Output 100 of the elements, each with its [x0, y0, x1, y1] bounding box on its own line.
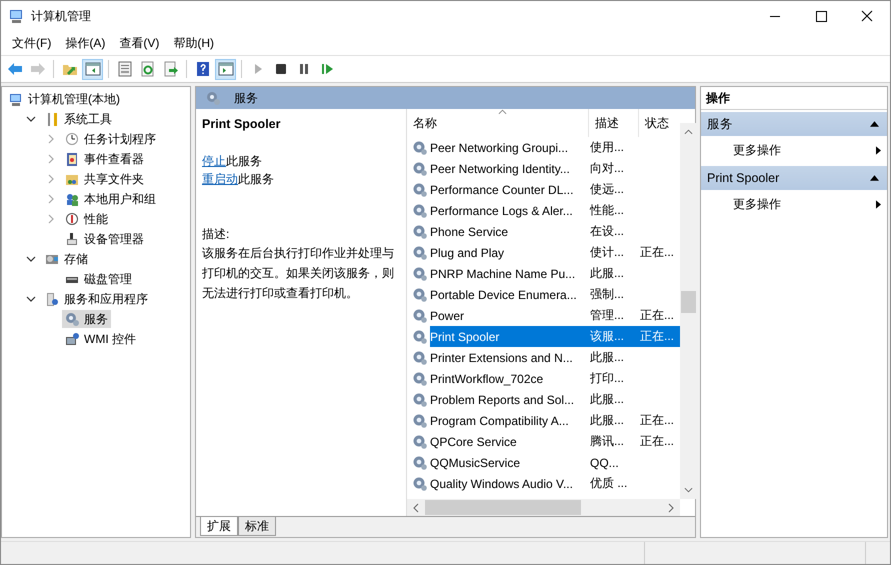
scroll-left-icon[interactable]	[413, 502, 419, 512]
menu-item[interactable]: 查看(V)	[112, 34, 166, 52]
gears-icon	[413, 350, 427, 365]
properties-icon[interactable]	[116, 61, 132, 77]
service-status: 正在...	[640, 244, 676, 261]
menu-item[interactable]: 文件(F)	[5, 34, 58, 52]
tree-item[interactable]: 本地用户和组	[62, 190, 159, 208]
expand-chevron-icon[interactable]	[46, 214, 56, 224]
scroll-down-icon[interactable]	[684, 487, 693, 493]
collapse-chevron-icon[interactable]	[26, 294, 36, 304]
service-description: 此服...	[590, 265, 626, 282]
back-arrow-icon[interactable]	[6, 61, 22, 77]
action-pane-icon[interactable]	[218, 61, 234, 77]
gears-icon	[413, 371, 427, 386]
tree-item[interactable]: 性能	[62, 210, 111, 228]
more-actions-item[interactable]: 更多操作	[733, 142, 781, 158]
collapse-chevron-icon[interactable]	[26, 254, 36, 264]
console-tree-icon[interactable]	[84, 61, 100, 77]
tree-item[interactable]: 存储	[42, 250, 91, 268]
service-name: PNRP Machine Name Pu...	[430, 266, 576, 280]
gears-icon	[413, 455, 427, 470]
sort-caret-icon	[498, 109, 506, 115]
gears-icon	[413, 161, 427, 176]
tree-item[interactable]: 共享文件夹	[62, 170, 147, 188]
scroll-thumb[interactable]	[425, 500, 581, 515]
tree-item[interactable]: WMI 控件	[62, 330, 139, 348]
service-row[interactable]: Quality Windows Audio V... 优质 ...	[430, 473, 680, 494]
service-row[interactable]: Portable Device Enumera... 强制...	[430, 284, 680, 305]
column-header[interactable]: 状态	[639, 109, 680, 137]
scroll-up-icon[interactable]	[684, 129, 693, 135]
service-description: 使远...	[590, 181, 626, 198]
gears-icon	[413, 476, 427, 491]
service-row[interactable]: PrintWorkflow_702ce 打印...	[430, 368, 680, 389]
service-row[interactable]: Problem Reports and Sol... 此服...	[430, 389, 680, 410]
service-row[interactable]: Plug and Play 使计... 正在...	[430, 242, 680, 263]
service-row[interactable]: Program Compatibility A... 此服... 正在...	[430, 410, 680, 431]
tree-item[interactable]: 系统工具	[42, 110, 115, 128]
tree-item[interactable]: 服务	[62, 310, 111, 328]
gears-icon	[413, 413, 427, 428]
service-row[interactable]: QQMusicService QQ...	[430, 452, 680, 473]
service-description: 使用...	[590, 139, 626, 156]
scroll-thumb[interactable]	[681, 291, 696, 313]
menu-item[interactable]: 操作(A)	[58, 34, 112, 52]
action-link[interactable]: 停止	[202, 154, 226, 168]
expand-chevron-icon[interactable]	[46, 194, 56, 204]
tree-item[interactable]: 计算机管理(本地)	[6, 90, 123, 108]
action-link[interactable]: 重启动	[202, 172, 238, 186]
tree-item[interactable]: 设备管理器	[62, 230, 147, 248]
service-row[interactable]: Power 管理... 正在...	[430, 305, 680, 326]
expand-chevron-icon[interactable]	[46, 174, 56, 184]
service-name: Problem Reports and Sol...	[430, 392, 576, 406]
actions-section-header[interactable]: 服务	[701, 112, 887, 136]
menu-item[interactable]: 帮助(H)	[166, 34, 221, 52]
export-list-icon[interactable]	[162, 61, 178, 77]
actions-section-header[interactable]: Print Spooler	[701, 166, 887, 190]
scroll-right-icon[interactable]	[668, 502, 674, 512]
service-row[interactable]: Phone Service 在设...	[430, 221, 680, 242]
column-header[interactable]: 描述	[589, 109, 639, 137]
service-row[interactable]: Peer Networking Groupi... 使用...	[430, 137, 680, 158]
service-row[interactable]: Performance Counter DL... 使远...	[430, 179, 680, 200]
service-description: 性能...	[590, 202, 626, 219]
expand-chevron-icon[interactable]	[46, 154, 56, 164]
view-tab[interactable]: 标准	[238, 517, 276, 536]
tree-item[interactable]: 任务计划程序	[62, 130, 159, 148]
view-tab[interactable]: 扩展	[200, 517, 238, 536]
service-description: 使计...	[590, 244, 626, 261]
service-description: 此服...	[590, 391, 626, 408]
help-icon[interactable]	[194, 61, 210, 77]
service-row[interactable]: QPCore Service 腾讯... 正在...	[430, 431, 680, 452]
computer-icon	[9, 92, 23, 106]
clock-icon	[65, 132, 79, 146]
more-actions-item[interactable]: 更多操作	[733, 196, 781, 212]
column-header[interactable]: 名称	[407, 109, 589, 137]
service-row[interactable]: Printer Extensions and N... 此服...	[430, 347, 680, 368]
tools-icon	[45, 112, 59, 126]
service-status: 正在...	[640, 433, 676, 450]
service-row[interactable]: Print Spooler 该服... 正在...	[430, 326, 680, 347]
expand-chevron-icon[interactable]	[46, 134, 56, 144]
refresh-icon[interactable]	[140, 61, 156, 77]
gears-icon	[65, 312, 79, 326]
service-status: 正在...	[640, 307, 676, 324]
action-text: 此服务	[226, 154, 262, 168]
device-icon	[65, 232, 79, 246]
service-name: Program Compatibility A...	[430, 414, 570, 428]
window-title: 计算机管理	[31, 8, 91, 24]
service-row[interactable]: Performance Logs & Aler... 性能...	[430, 200, 680, 221]
service-name: QQMusicService	[430, 456, 522, 470]
service-row[interactable]: Peer Networking Identity... 向对...	[430, 158, 680, 179]
description-label: 描述:	[202, 226, 230, 243]
description-text: 该服务在后台执行打印作业并处理与打印机的交互。如果关闭该服务，则无法进行打印或查看打印机。	[202, 245, 395, 302]
service-row[interactable]: PNRP Machine Name Pu... 此服...	[430, 263, 680, 284]
tree-item[interactable]: 服务和应用程序	[42, 290, 151, 308]
collapse-chevron-icon[interactable]	[26, 114, 36, 124]
service-name: Performance Counter DL...	[430, 182, 574, 196]
tree-item[interactable]: 事件查看器	[62, 150, 147, 168]
action-text: 此服务	[238, 172, 274, 186]
tree-item[interactable]: 磁盘管理	[62, 270, 135, 288]
service-status: 正在...	[640, 412, 676, 429]
vertical-scrollbar[interactable]	[680, 123, 697, 499]
horizontal-scrollbar[interactable]	[407, 499, 680, 516]
